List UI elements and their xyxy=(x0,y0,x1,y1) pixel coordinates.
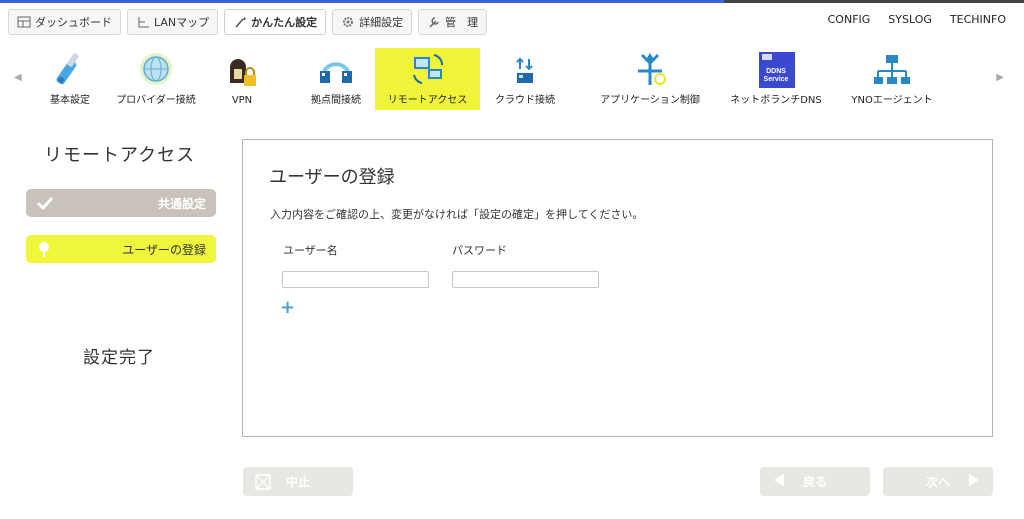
toolbar-vpn[interactable]: VPN xyxy=(216,48,268,110)
main-tabs: ダッシュボード LANマップ ✦ かんたん設定 詳細設定 管 理 xyxy=(8,9,488,35)
toolbar-scroll-right-arrow[interactable]: ▶ xyxy=(996,72,1004,83)
tab-label: 詳細設定 xyxy=(359,16,404,29)
toolbar-cloud-connection[interactable]: クラウド接続 xyxy=(488,48,562,110)
tab-label: 管 理 xyxy=(445,16,479,29)
cancel-button[interactable]: 中止 xyxy=(243,467,353,496)
application-control-icon xyxy=(628,49,672,89)
cloud-connect-icon xyxy=(503,49,547,89)
add-user-icon[interactable]: + xyxy=(280,298,295,318)
tab-label: ダッシュボード xyxy=(35,16,112,29)
instruction-text: 入力内容をご確認の上、変更がなければ「設定の確定」を押してください。 xyxy=(270,208,644,221)
site-to-site-icon xyxy=(314,49,358,89)
step-user-registration: ユーザーの登録 xyxy=(26,235,216,263)
step-common-settings: 共通設定 xyxy=(26,189,216,217)
arrow-right-icon xyxy=(967,473,981,490)
yno-agent-icon xyxy=(870,49,914,89)
sidebar-title: リモートアクセス xyxy=(44,145,196,166)
check-icon xyxy=(36,195,54,211)
password-input[interactable] xyxy=(452,271,599,288)
step-complete: 設定完了 xyxy=(83,348,155,368)
config-link[interactable]: CONFIG xyxy=(828,13,871,26)
svg-text:Service: Service xyxy=(764,76,789,83)
tab-advanced-settings[interactable]: 詳細設定 xyxy=(332,9,413,35)
user-registration-panel: ユーザーの登録 入力内容をご確認の上、変更がなければ「設定の確定」を押してくださ… xyxy=(242,139,993,437)
back-button[interactable]: 戻る xyxy=(760,467,870,496)
toolbar-remote-access[interactable]: リモートアクセス xyxy=(375,48,480,110)
top-links: CONFIG SYSLOG TECHINFO xyxy=(828,13,1006,26)
toolbar-label: 基本設定 xyxy=(50,95,90,106)
toolbar-label: アプリケーション制御 xyxy=(600,95,700,106)
wrench-icon xyxy=(427,15,441,29)
cancel-box-icon xyxy=(255,474,271,493)
arrow-left-icon xyxy=(772,473,786,490)
toolbar-provider-connection[interactable]: プロバイダー接続 xyxy=(110,48,202,110)
tab-dashboard[interactable]: ダッシュボード xyxy=(8,9,121,35)
toolbar-label: リモートアクセス xyxy=(387,95,468,106)
svg-text:DDNS: DDNS xyxy=(766,68,786,75)
svg-text:✦: ✦ xyxy=(242,16,247,23)
top-accent-line xyxy=(0,0,1024,3)
toolbar-label: ネットボランチDNS xyxy=(730,95,822,106)
username-input[interactable] xyxy=(282,271,429,288)
toolbar-label: YNOエージェント xyxy=(851,95,933,106)
wand-icon: ✦ xyxy=(233,15,247,29)
ddns-service-icon: DDNS Service xyxy=(754,49,798,89)
gear-icon xyxy=(341,15,355,29)
provider-globe-icon xyxy=(134,49,178,89)
syslog-link[interactable]: SYSLOG xyxy=(888,13,932,26)
tab-label: LANマップ xyxy=(154,16,210,29)
toolbar-label: VPN xyxy=(231,95,253,106)
tab-easy-setup[interactable]: ✦ かんたん設定 xyxy=(224,9,327,35)
toolbar-site-to-site[interactable]: 拠点間接続 xyxy=(302,48,370,110)
basic-settings-icon xyxy=(48,49,92,89)
toolbar-netvolante-dns[interactable]: DDNS Service ネットボランチDNS xyxy=(722,48,830,110)
lan-map-icon xyxy=(136,15,150,29)
password-column-header: パスワード xyxy=(452,244,507,257)
next-button[interactable]: 次へ xyxy=(883,467,993,496)
toolbar-label: プロバイダー接続 xyxy=(116,95,196,106)
toolbar-basic-settings[interactable]: 基本設定 xyxy=(38,48,102,110)
toolbar-label: 拠点間接続 xyxy=(311,95,361,106)
username-column-header: ユーザー名 xyxy=(283,244,338,257)
dashboard-icon xyxy=(17,15,31,29)
location-pin-icon xyxy=(36,241,52,257)
step-label: 共通設定 xyxy=(157,196,206,211)
page-title: ユーザーの登録 xyxy=(269,167,395,188)
remote-access-icon xyxy=(406,49,450,89)
tab-management[interactable]: 管 理 xyxy=(418,9,488,35)
toolbar-yno-agent[interactable]: YNOエージェント xyxy=(840,48,944,110)
techinfo-link[interactable]: TECHINFO xyxy=(950,13,1006,26)
toolbar-label: クラウド接続 xyxy=(495,95,555,106)
tab-lan-map[interactable]: LANマップ xyxy=(127,9,219,35)
tab-label: かんたん設定 xyxy=(251,16,318,29)
vpn-lock-icon xyxy=(220,53,264,93)
toolbar-application-control[interactable]: アプリケーション制御 xyxy=(590,48,710,110)
step-label: ユーザーの登録 xyxy=(122,242,206,257)
toolbar-scroll-left-arrow[interactable]: ◀ xyxy=(14,72,22,83)
